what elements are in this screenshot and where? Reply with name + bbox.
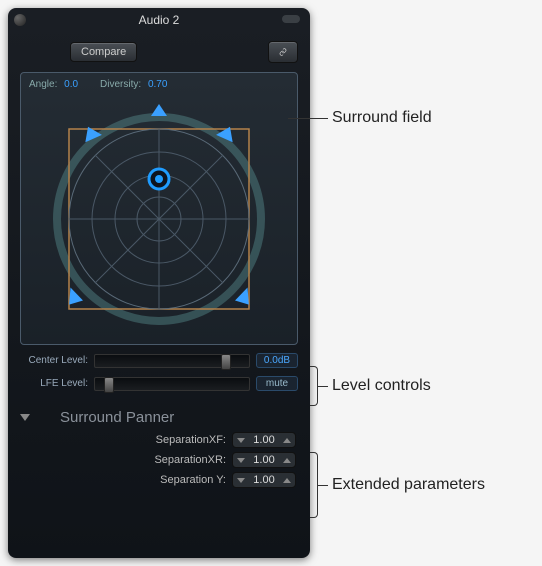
- increment-icon[interactable]: [283, 438, 291, 443]
- lfe-level-row: LFE Level: mute: [20, 376, 298, 391]
- callout-brace: [310, 366, 318, 406]
- lfe-mute-button[interactable]: mute: [256, 376, 298, 391]
- lfe-level-thumb[interactable]: [104, 377, 114, 393]
- param-label: SeparationXF:: [156, 434, 226, 446]
- surround-field-graphic: [31, 94, 287, 334]
- angle-label: Angle:: [29, 79, 57, 90]
- titlebar: Audio 2: [8, 8, 310, 32]
- surround-panner-panel: Audio 2 Compare Angle: 0.0 Diversity: 0.…: [8, 8, 310, 558]
- extended-header: Surround Panner: [20, 409, 298, 426]
- angle-value: 0.0: [64, 79, 78, 90]
- speaker-center-icon: [151, 104, 167, 116]
- surround-field[interactable]: [31, 94, 287, 334]
- decrement-icon[interactable]: [237, 478, 245, 483]
- diversity-readout: Diversity: 0.70: [100, 79, 167, 90]
- callout-line: [318, 485, 328, 486]
- param-stepper[interactable]: 1.00: [232, 452, 296, 468]
- increment-icon[interactable]: [283, 478, 291, 483]
- extended-parameters: SeparationXF:1.00SeparationXR:1.00Separa…: [8, 432, 310, 488]
- link-icon: [279, 45, 287, 59]
- center-level-label: Center Level:: [20, 355, 88, 366]
- callout-line: [318, 386, 328, 387]
- close-icon[interactable]: [14, 14, 26, 26]
- angle-readout: Angle: 0.0: [29, 79, 78, 90]
- speaker-rear-right-icon: [234, 287, 257, 309]
- surround-field-box: Angle: 0.0 Diversity: 0.70: [20, 72, 298, 345]
- center-level-thumb[interactable]: [221, 354, 231, 370]
- center-level-row: Center Level: 0.0dB: [20, 353, 298, 368]
- param-label: Separation Y:: [160, 474, 226, 486]
- param-label: SeparationXR:: [154, 454, 226, 466]
- param-row: Separation Y: 1.00: [22, 472, 296, 488]
- decrement-icon[interactable]: [237, 458, 245, 463]
- param-stepper[interactable]: 1.00: [232, 472, 296, 488]
- callout-line: [288, 118, 328, 119]
- disclosure-triangle-icon[interactable]: [20, 414, 30, 421]
- section-title: Surround Panner: [60, 409, 174, 426]
- increment-icon[interactable]: [283, 458, 291, 463]
- decrement-icon[interactable]: [237, 438, 245, 443]
- param-value[interactable]: 1.00: [251, 434, 277, 446]
- toolbar: Compare: [8, 32, 310, 72]
- diversity-label: Diversity:: [100, 79, 141, 90]
- param-value[interactable]: 1.00: [251, 474, 277, 486]
- param-row: SeparationXF: 1.00: [22, 432, 296, 448]
- center-level-slider[interactable]: [94, 354, 250, 368]
- lfe-level-label: LFE Level:: [20, 378, 88, 389]
- param-value[interactable]: 1.00: [251, 454, 277, 466]
- window-indicator: [282, 15, 300, 23]
- param-row: SeparationXR: 1.00: [22, 452, 296, 468]
- lfe-level-slider[interactable]: [94, 377, 250, 391]
- link-button[interactable]: [268, 41, 298, 63]
- param-stepper[interactable]: 1.00: [232, 432, 296, 448]
- callout-extended-parameters: Extended parameters: [332, 476, 485, 494]
- compare-button[interactable]: Compare: [70, 42, 137, 62]
- surround-readout: Angle: 0.0 Diversity: 0.70: [29, 79, 289, 90]
- diversity-value: 0.70: [148, 79, 167, 90]
- callout-surround-field: Surround field: [332, 109, 432, 127]
- callout-brace: [310, 452, 318, 518]
- window-title: Audio 2: [139, 13, 180, 27]
- center-level-value[interactable]: 0.0dB: [256, 353, 298, 368]
- speaker-rear-left-icon: [61, 287, 84, 309]
- callout-level-controls: Level controls: [332, 377, 431, 395]
